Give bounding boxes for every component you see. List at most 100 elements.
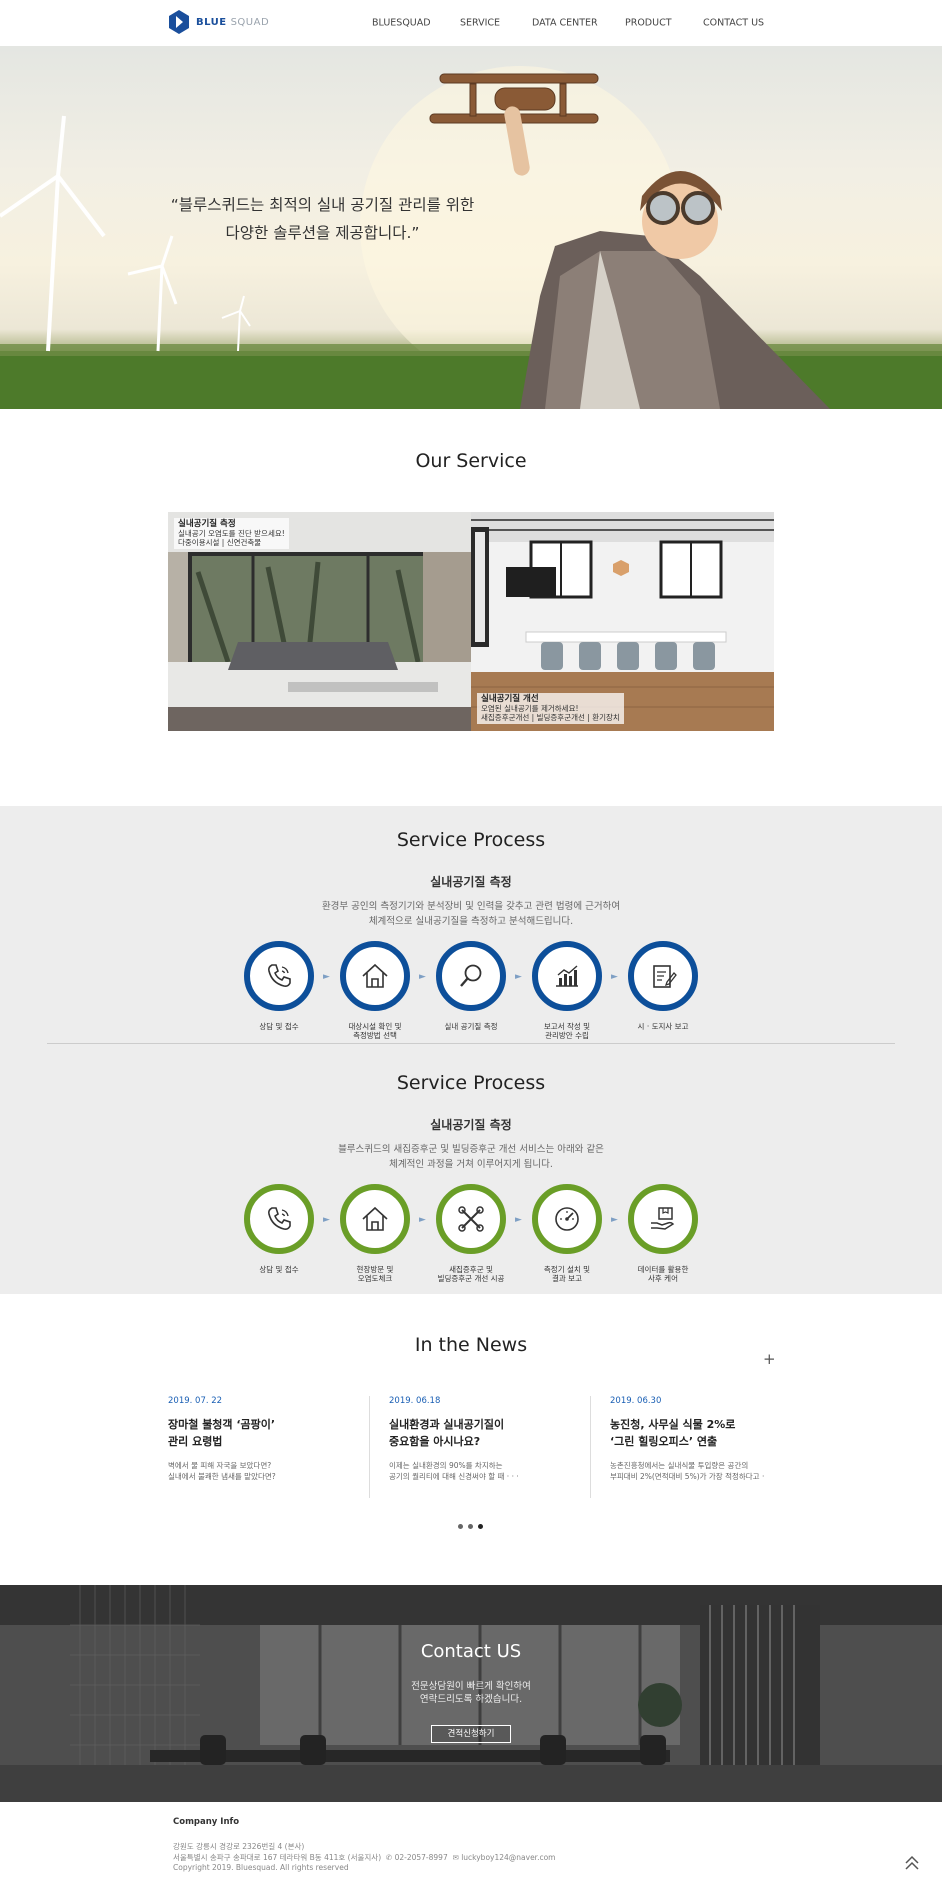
process2-arrow-2: ► (419, 1215, 426, 1225)
news-pager-dot-3[interactable] (478, 1524, 483, 1529)
process2-desc-line1: 블루스퀴드의 새집증후군 및 빌딩증후군 개선 서비스는 아래와 같은 (338, 1144, 604, 1155)
phone-icon (268, 1207, 291, 1230)
process1-step5-label: 시 · 도지사 보고 (637, 1022, 689, 1031)
service-card-measure[interactable]: 실내공기질 측정 실내공기 오염도를 진단 받으세요! 다중이용시설 | 신연건… (168, 512, 471, 731)
process1-step1-label: 상담 및 접수 (259, 1022, 299, 1031)
page: BLUE SQUAD BLUESQUAD SERVICE DATA CENTER… (0, 0, 942, 1883)
process1-desc-line1: 환경부 공인의 측정기기와 분석장비 및 인력을 갖추고 관련 법령에 근거하여 (321, 901, 621, 912)
gauge-icon (555, 1207, 579, 1231)
news-date: 2019. 06.30 (610, 1396, 662, 1406)
process1-step3-circle (436, 941, 506, 1011)
nav-contact-us[interactable]: CONTACT US (703, 18, 764, 29)
service-card-improve-line2: 새집증후군개선 | 빌딩증후군개선 | 환기장치 (481, 713, 620, 722)
process1-arrow-3: ► (515, 972, 522, 982)
contact-desc-line2: 연락드리도록 하겠습니다. (419, 1694, 523, 1705)
process1-subtitle: 실내공기질 측정 (430, 875, 512, 889)
footer-title: Company Info (173, 1817, 240, 1827)
service-card-improve[interactable]: 실내공기질 개선 오염된 실내공기를 제거하세요! 새집증후군개선 | 빌딩증후… (471, 512, 774, 731)
footer-address-hq: 강원도 강릉시 경강로 2326번길 4 (본사) (173, 1842, 305, 1851)
news-summary: 농촌진흥청에서는 실내식물 투입량은 공간의 부피대비 2%(면적대비 5%)가 … (610, 1461, 765, 1481)
footer-phone: 02-2057-8997 (394, 1853, 448, 1862)
news-date: 2019. 07. 22 (168, 1396, 223, 1406)
news-item-1[interactable]: 2019. 07. 22 장마철 불청객 ‘곰팡이’ 관리 요령법 벽에서 물 피… (168, 1396, 368, 1482)
nav-bluesquad[interactable]: BLUESQUAD (372, 18, 431, 29)
news-pager-dot-1[interactable] (458, 1524, 463, 1529)
news-separator (369, 1396, 370, 1498)
contact-section: Contact US 전문상담원이 빠르게 확인하여 연락드리도록 하겠습니다.… (0, 1585, 942, 1802)
process1-step1-circle (244, 941, 314, 1011)
process1-arrow-1: ► (323, 972, 330, 982)
process1-step3-label: 실내 공기질 측정 (444, 1022, 498, 1031)
process1-arrow-4: ► (611, 972, 618, 982)
request-quote-button[interactable]: 견적신청하기 (431, 1725, 511, 1743)
report-icon (653, 965, 677, 988)
process2-step2-label: 현장방문 및 오염도체크 (356, 1265, 394, 1283)
phone-icon (268, 964, 291, 987)
process2-subtitle: 실내공기질 측정 (430, 1118, 512, 1132)
hero-quote: “블루스퀴드는 최적의 실내 공기질 관리를 위한 다양한 솔루션을 제공합니다… (150, 191, 495, 247)
mail-icon: ✉ (452, 1853, 459, 1862)
process1-step2-circle (340, 941, 410, 1011)
nav-data-center[interactable]: DATA CENTER (532, 18, 598, 29)
process2-desc: 블루스퀴드의 새집증후군 및 빌딩증후군 개선 서비스는 아래와 같은 체계적인… (0, 1142, 942, 1172)
scroll-to-top-icon[interactable] (903, 1854, 921, 1872)
news-item-3[interactable]: 2019. 06.30 농진청, 사무실 식물 2%로 ‘그린 힐링오피스’ 연출… (610, 1396, 810, 1482)
service-card-measure-line2: 다중이용시설 | 신연건축물 (178, 538, 262, 547)
hero-quote-line2: 다양한 솔루션을 제공합니다.” (225, 224, 420, 242)
footer-email[interactable]: luckyboy124@naver.com (461, 1853, 555, 1862)
news-separator (590, 1396, 591, 1498)
news-headline: 장마철 불청객 ‘곰팡이’ 관리 요령법 (168, 1418, 276, 1448)
magnifier-icon (460, 964, 482, 987)
hero-banner: “블루스퀴드는 최적의 실내 공기질 관리를 위한 다양한 솔루션을 제공합니다… (0, 46, 942, 409)
process2-arrow-1: ► (323, 1215, 330, 1225)
process1-desc-line2: 체계적으로 실내공기질을 측정하고 분석해드립니다. (368, 916, 574, 927)
contact-desc: 전문상담원이 빠르게 확인하여 연락드리도록 하겠습니다. (0, 1680, 942, 1706)
header: BLUE SQUAD BLUESQUAD SERVICE DATA CENTER… (0, 0, 942, 46)
process2-step3-circle (436, 1184, 506, 1254)
service-card-measure-label: 실내공기질 측정 실내공기 오염도를 진단 받으세요! 다중이용시설 | 신연건… (174, 518, 289, 549)
process2-step5-circle (628, 1184, 698, 1254)
process2-title: Service Process (396, 1072, 546, 1094)
nav-service[interactable]: SERVICE (460, 18, 500, 29)
process1-step4-circle (532, 941, 602, 1011)
house-icon (362, 1206, 388, 1231)
process2-step4-label: 측정기 설치 및 결과 보고 (543, 1265, 591, 1283)
box-hand-icon (651, 1207, 675, 1230)
house-icon (362, 963, 388, 988)
news-pager-dot-2[interactable] (468, 1524, 473, 1529)
service-card-measure-title: 실내공기질 측정 (178, 519, 236, 529)
process-divider (47, 1043, 895, 1044)
news-date: 2019. 06.18 (389, 1396, 441, 1406)
process2-step4-circle (532, 1184, 602, 1254)
nav-product[interactable]: PRODUCT (625, 18, 672, 29)
tools-icon (458, 1206, 484, 1232)
process1-title: Service Process (396, 829, 546, 851)
process2-step1-label: 상담 및 접수 (259, 1265, 299, 1274)
news-item-2[interactable]: 2019. 06.18 실내환경과 실내공기질이 중요함을 아시나요? 이제는 실… (389, 1396, 589, 1482)
process1-step5-circle (628, 941, 698, 1011)
process2-step2-circle (340, 1184, 410, 1254)
contact-title: Contact US (420, 1641, 522, 1662)
news-summary: 벽에서 물 피해 자국을 보았다면? 실내에서 불쾌한 냄새를 맡았다면? (168, 1461, 276, 1481)
process1-step2-label: 대상시설 확인 및 측정방법 선택 (348, 1022, 402, 1040)
contact-desc-line1: 전문상담원이 빠르게 확인하여 (411, 1681, 531, 1692)
footer-address-branch: 서울특별시 송파구 송파대로 167 테라타워 B동 411호 (서울지사) ✆… (173, 1853, 556, 1862)
process1-desc: 환경부 공인의 측정기기와 분석장비 및 인력을 갖추고 관련 법령에 근거하여… (0, 899, 942, 929)
process2-step3-label: 새집증후군 및 빌딩증후군 개선 시공 (437, 1265, 505, 1283)
news-headline: 실내환경과 실내공기질이 중요함을 아시나요? (389, 1418, 505, 1448)
process1-step4-label: 보고서 작성 및 관리방안 수립 (543, 1022, 591, 1040)
news-more-button[interactable]: + (763, 1350, 776, 1368)
process1-arrow-2: ► (419, 972, 426, 982)
logo-hexagon-icon (169, 10, 189, 34)
bar-chart-icon (556, 965, 578, 987)
process2-arrow-4: ► (611, 1215, 618, 1225)
hero-quote-line1: “블루스퀴드는 최적의 실내 공기질 관리를 위한 (170, 196, 475, 214)
process2-desc-line2: 체계적인 과정을 거쳐 이루어지게 됩니다. (389, 1159, 553, 1170)
process2-step5-label: 데이터를 활용한 사후 케어 (637, 1265, 689, 1283)
service-card-improve-title: 실내공기질 개선 (481, 694, 539, 704)
service-card-improve-label: 실내공기질 개선 오염된 실내공기를 제거하세요! 새집증후군개선 | 빌딩증후… (477, 693, 624, 724)
news-title: In the News (414, 1334, 528, 1356)
news-summary: 이제는 실내환경의 90%를 차지하는 공기의 퀄리티에 대해 신경써야 할 때 … (389, 1461, 519, 1481)
logo[interactable]: BLUE SQUAD (168, 9, 269, 35)
footer-copyright: Copyright 2019. Bluesquad. All rights re… (173, 1863, 349, 1872)
